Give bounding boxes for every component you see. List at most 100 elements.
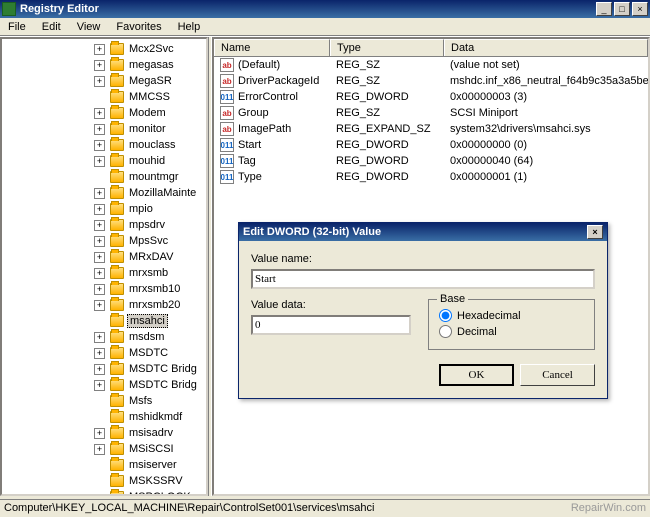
tree-label[interactable]: MegaSR	[127, 75, 174, 87]
expander-icon[interactable]: +	[94, 140, 105, 151]
tree-item[interactable]: Msfs	[4, 393, 204, 409]
column-type[interactable]: Type	[330, 39, 444, 56]
expander-icon[interactable]: +	[94, 268, 105, 279]
tree-item[interactable]: +MRxDAV	[4, 249, 204, 265]
expander-icon[interactable]: +	[94, 236, 105, 247]
tree-label[interactable]: mpsdrv	[127, 219, 167, 231]
tree-item[interactable]: + Modem	[4, 105, 204, 121]
ok-button[interactable]: OK	[439, 364, 514, 386]
tree-label[interactable]: mpio	[127, 203, 155, 215]
column-name[interactable]: Name	[214, 39, 330, 56]
tree-item[interactable]: MSKSSRV	[4, 473, 204, 489]
expander-icon[interactable]: +	[94, 124, 105, 135]
tree-label[interactable]: MpsSvc	[127, 235, 170, 247]
tree-item[interactable]: + mpsdrv	[4, 217, 204, 233]
tree-label[interactable]: mrxsmb10	[127, 283, 182, 295]
tree-label[interactable]: MSDTC	[127, 347, 170, 359]
tree-item[interactable]: msiserver	[4, 457, 204, 473]
cancel-button[interactable]: Cancel	[520, 364, 595, 386]
expander-icon[interactable]: +	[94, 284, 105, 295]
tree-item[interactable]: + mrxsmb	[4, 265, 204, 281]
tree-label[interactable]: Msfs	[127, 395, 154, 407]
tree-label[interactable]: MSKSSRV	[127, 475, 185, 487]
tree-label[interactable]: mrxsmb20	[127, 299, 182, 311]
tree-item[interactable]: + MegaSR	[4, 73, 204, 89]
tree-label[interactable]: MSPCLOCK	[127, 491, 193, 496]
tree-label[interactable]: mouhid	[127, 155, 167, 167]
list-row[interactable]: abImagePathREG_EXPAND_SZsystem32\drivers…	[214, 121, 648, 137]
tree-item[interactable]: + MSDTC	[4, 345, 204, 361]
close-button[interactable]: ×	[632, 2, 648, 16]
menu-view[interactable]: View	[69, 19, 109, 35]
expander-icon[interactable]: +	[94, 428, 105, 439]
list-row[interactable]: ab(Default)REG_SZ(value not set)	[214, 57, 648, 73]
tree-item[interactable]: + MSDTC Bridg	[4, 377, 204, 393]
expander-icon[interactable]: +	[94, 220, 105, 231]
tree-panel[interactable]: + Mcx2Svc + megasas + MegaSR MMCSS + Modem + monit…	[0, 37, 208, 496]
expander-icon[interactable]: +	[94, 188, 105, 199]
menu-favorites[interactable]: Favorites	[108, 19, 169, 35]
expander-icon[interactable]: +	[94, 44, 105, 55]
tree-item[interactable]: + mrxsmb10	[4, 281, 204, 297]
tree-item[interactable]: msahci	[4, 313, 204, 329]
tree-item[interactable]: + mouclass	[4, 137, 204, 153]
tree-item[interactable]: + msdsm	[4, 329, 204, 345]
column-data[interactable]: Data	[444, 39, 648, 56]
expander-icon[interactable]: +	[94, 380, 105, 391]
tree-label[interactable]: megasas	[127, 59, 176, 71]
tree-label[interactable]: MSiSCSI	[127, 443, 176, 455]
expander-icon[interactable]: +	[94, 364, 105, 375]
tree-label[interactable]: MMCSS	[127, 91, 172, 103]
tree-item[interactable]: + msisadrv	[4, 425, 204, 441]
menu-edit[interactable]: Edit	[34, 19, 69, 35]
tree-item[interactable]: + mrxsmb20	[4, 297, 204, 313]
menu-help[interactable]: Help	[170, 19, 209, 35]
tree-item[interactable]: + Mcx2Svc	[4, 41, 204, 57]
tree-item[interactable]: +MSDTC Bridg	[4, 361, 204, 377]
tree-item[interactable]: +mouhid	[4, 153, 204, 169]
tree-item[interactable]: MSPCLOCK	[4, 489, 204, 496]
tree-label[interactable]: MozillaMainte	[127, 187, 198, 199]
tree-item[interactable]: mountmgr	[4, 169, 204, 185]
tree-item[interactable]: MMCSS	[4, 89, 204, 105]
tree-item[interactable]: + MpsSvc	[4, 233, 204, 249]
tree-label[interactable]: mouclass	[127, 139, 177, 151]
tree-item[interactable]: + monitor	[4, 121, 204, 137]
expander-icon[interactable]: +	[94, 60, 105, 71]
list-row[interactable]: abDriverPackageIdREG_SZmshdc.inf_x86_neu…	[214, 73, 648, 89]
tree-label[interactable]: Modem	[127, 107, 168, 119]
tree-item[interactable]: + megasas	[4, 57, 204, 73]
tree-item[interactable]: + MozillaMainte	[4, 185, 204, 201]
tree-label[interactable]: MRxDAV	[127, 251, 175, 263]
list-row[interactable]: abGroupREG_SZSCSI Miniport	[214, 105, 648, 121]
tree-label[interactable]: monitor	[127, 123, 168, 135]
tree-label[interactable]: mrxsmb	[127, 267, 170, 279]
expander-icon[interactable]: +	[94, 300, 105, 311]
value-data-field[interactable]	[251, 315, 411, 335]
radio-hexadecimal[interactable]	[439, 309, 452, 322]
list-row[interactable]: 011StartREG_DWORD0x00000000 (0)	[214, 137, 648, 153]
tree-label[interactable]: msahci	[127, 314, 168, 328]
expander-icon[interactable]: +	[94, 108, 105, 119]
dialog-close-button[interactable]: ×	[587, 225, 603, 239]
expander-icon[interactable]: +	[94, 76, 105, 87]
dialog-title-bar[interactable]: Edit DWORD (32-bit) Value ×	[239, 223, 607, 241]
expander-icon[interactable]: +	[94, 444, 105, 455]
tree-label[interactable]: Mcx2Svc	[127, 43, 176, 55]
tree-item[interactable]: mshidkmdf	[4, 409, 204, 425]
tree-item[interactable]: + mpio	[4, 201, 204, 217]
expander-icon[interactable]: +	[94, 332, 105, 343]
tree-label[interactable]: msisadrv	[127, 427, 175, 439]
minimize-button[interactable]: _	[596, 2, 612, 16]
tree-label[interactable]: msdsm	[127, 331, 166, 343]
tree-label[interactable]: MSDTC Bridg	[127, 379, 199, 391]
expander-icon[interactable]: +	[94, 348, 105, 359]
tree-label[interactable]: msiserver	[127, 459, 179, 471]
menu-file[interactable]: File	[0, 19, 34, 35]
radio-decimal[interactable]	[439, 325, 452, 338]
expander-icon[interactable]: +	[94, 204, 105, 215]
tree-label[interactable]: mountmgr	[127, 171, 181, 183]
list-row[interactable]: 011ErrorControlREG_DWORD0x00000003 (3)	[214, 89, 648, 105]
tree-label[interactable]: mshidkmdf	[127, 411, 184, 423]
tree-item[interactable]: + MSiSCSI	[4, 441, 204, 457]
